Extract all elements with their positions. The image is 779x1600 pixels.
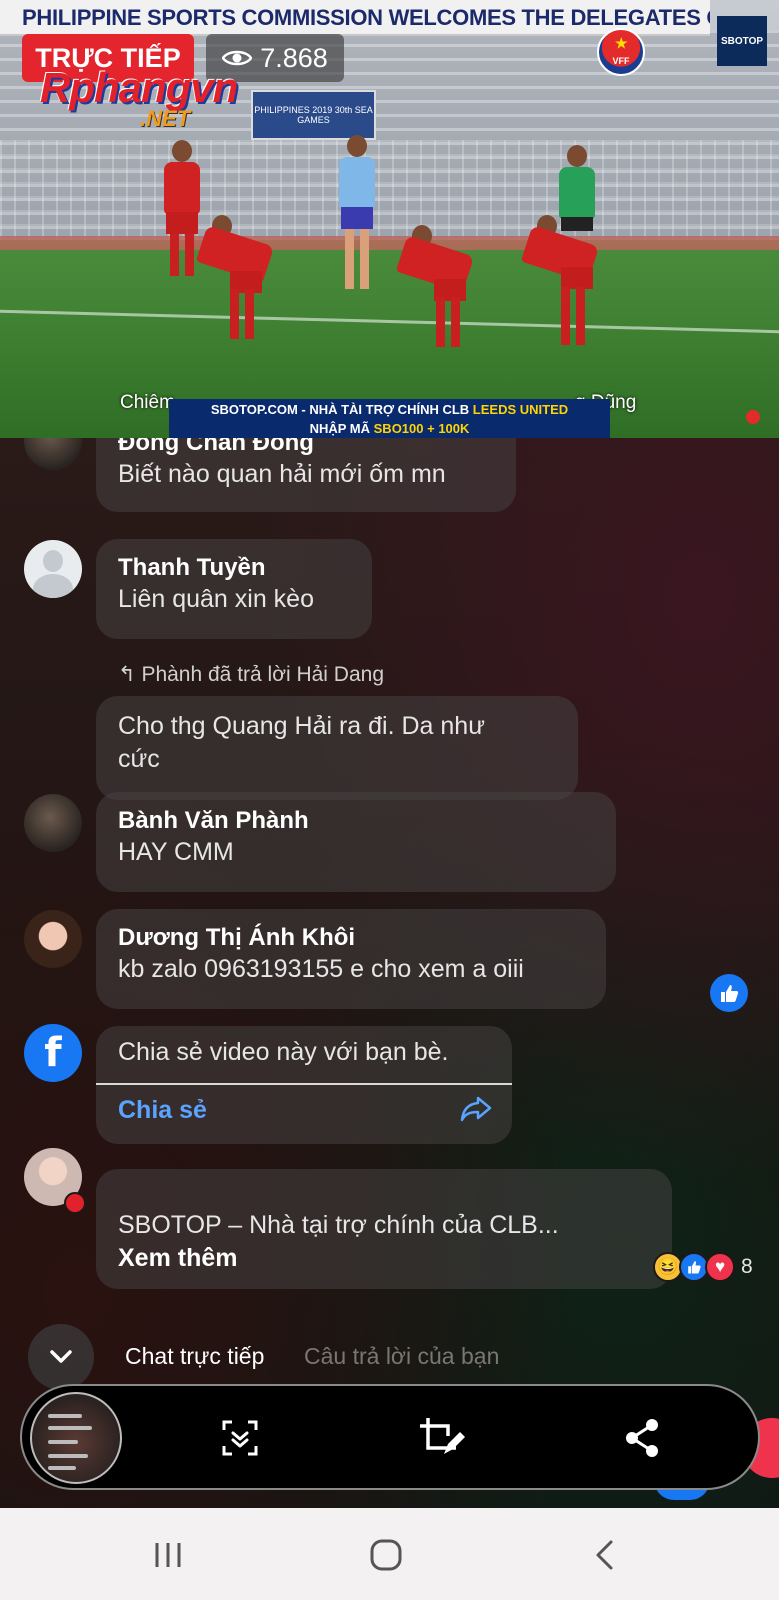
live-video-player[interactable]: PHILIPPINE SPORTS COMMISSION WELCOMES TH… <box>0 0 779 438</box>
avatar[interactable] <box>24 794 82 852</box>
home-button[interactable] <box>361 1530 411 1580</box>
star-icon: ★ <box>615 35 628 51</box>
referee-figure <box>335 135 379 289</box>
system-nav-bar <box>0 1508 779 1600</box>
flag-icon <box>746 410 760 424</box>
share-card-text: Chia sẻ video này với bạn bè. <box>118 1038 449 1066</box>
share-icon <box>626 1419 658 1457</box>
share-button[interactable] <box>614 1410 670 1466</box>
comment-text: HAY CMM <box>118 838 234 866</box>
comment-author[interactable]: Đồng Chấn Đông <box>118 438 494 458</box>
pitch-line <box>0 309 779 334</box>
comment-author[interactable]: Bành Văn Phành <box>118 806 594 836</box>
share-arrow-icon[interactable] <box>458 1090 494 1126</box>
player-figure <box>195 215 275 355</box>
sea-games-banner: PHILIPPINES 2019 30th SEA GAMES <box>251 90 376 140</box>
chevron-down-icon <box>50 1350 72 1363</box>
comment-bubble[interactable]: Đồng Chấn Đông Biết nào quan hải mới ốm … <box>96 438 516 512</box>
reaction-count: 8 <box>741 1255 753 1278</box>
running-track <box>0 236 779 250</box>
comment-author[interactable]: Thanh Tuyền <box>118 553 350 583</box>
screenshot-toolbar <box>20 1384 760 1490</box>
comment-text: Liên quân xin kèo <box>118 585 314 613</box>
see-more-link[interactable]: Xem thêm <box>118 1242 650 1275</box>
watermark-logo: Rphangvn <box>40 64 238 111</box>
tab-your-replies[interactable]: Câu trả lời của bạn <box>304 1343 499 1370</box>
recent-apps-icon <box>155 1543 181 1567</box>
watermark-suffix: .NET <box>140 106 191 131</box>
divider <box>96 1083 512 1085</box>
live-badge-icon <box>64 1192 86 1214</box>
stadium-banner: PHILIPPINE SPORTS COMMISSION WELCOMES TH… <box>0 0 710 36</box>
comment-text-line: Cho thg Quang Hải ra đi. Da như <box>118 712 485 740</box>
home-icon <box>370 1539 402 1571</box>
comment-bubble[interactable]: Thanh Tuyền Liên quân xin kèo <box>96 539 372 639</box>
sbotop-logo: SBOTOP <box>717 16 767 66</box>
comment-text-line: cức <box>118 745 160 773</box>
scroll-capture-icon <box>222 1420 258 1456</box>
sponsor-ticker: SBOTOP.COM - NHÀ TÀI TRỢ CHÍNH CLB LEEDS… <box>169 399 610 438</box>
comment-bubble[interactable]: Cho thg Quang Hải ra đi. Da như cức <box>96 696 578 800</box>
comment-bubble[interactable]: SBOTOP – Nhà tại trợ chính của CLB... Xe… <box>96 1169 672 1289</box>
video-caption-left: Chiêm <box>120 392 175 413</box>
love-reaction-icon: ♥ <box>705 1252 735 1282</box>
collapse-chat-button[interactable] <box>28 1324 94 1390</box>
back-button[interactable] <box>580 1530 630 1580</box>
back-icon <box>596 1540 613 1570</box>
reaction-summary[interactable]: 😆 ♥ 8 <box>653 1252 753 1282</box>
avatar[interactable] <box>24 438 82 470</box>
comment-bubble[interactable]: Dương Thị Ánh Khôi kb zalo 0963193155 e … <box>96 909 606 1009</box>
reply-note[interactable]: ↰ Phành đã trả lời Hải Dang <box>118 662 384 687</box>
comment-text: SBOTOP – Nhà tại trợ chính của CLB... <box>118 1211 559 1239</box>
screenshot-thumbnail[interactable] <box>30 1392 122 1484</box>
goalkeeper-figure <box>555 145 599 285</box>
scroll-capture-button[interactable] <box>212 1410 268 1466</box>
recent-apps-button[interactable] <box>143 1530 193 1580</box>
avatar[interactable] <box>24 540 82 598</box>
tab-live-chat[interactable]: Chat trực tiếp <box>125 1343 264 1370</box>
stadium-fence <box>0 140 779 240</box>
comment-text: kb zalo 0963193155 e cho xem a oiii <box>118 955 524 983</box>
like-reaction-icon[interactable] <box>710 974 748 1012</box>
share-card: Chia sẻ video này với bạn bè. Chia sẻ <box>96 1026 512 1144</box>
comment-text: Biết nào quan hải mới ốm mn <box>118 460 446 488</box>
crop-edit-icon <box>420 1418 465 1454</box>
comment-bubble[interactable]: Bành Văn Phành HAY CMM <box>96 792 616 892</box>
comment-author[interactable]: Dương Thị Ánh Khôi <box>118 923 584 953</box>
crop-edit-button[interactable] <box>414 1410 470 1466</box>
vff-logo: ★ VFF <box>597 28 645 76</box>
share-button[interactable]: Chia sẻ <box>118 1096 207 1125</box>
avatar[interactable] <box>24 910 82 968</box>
reply-arrow-icon: ↰ <box>118 663 142 686</box>
facebook-logo-icon: f <box>24 1024 82 1082</box>
live-chat-panel[interactable]: Đồng Chấn Đông Biết nào quan hải mới ốm … <box>0 438 779 1508</box>
player-figure <box>395 225 475 365</box>
